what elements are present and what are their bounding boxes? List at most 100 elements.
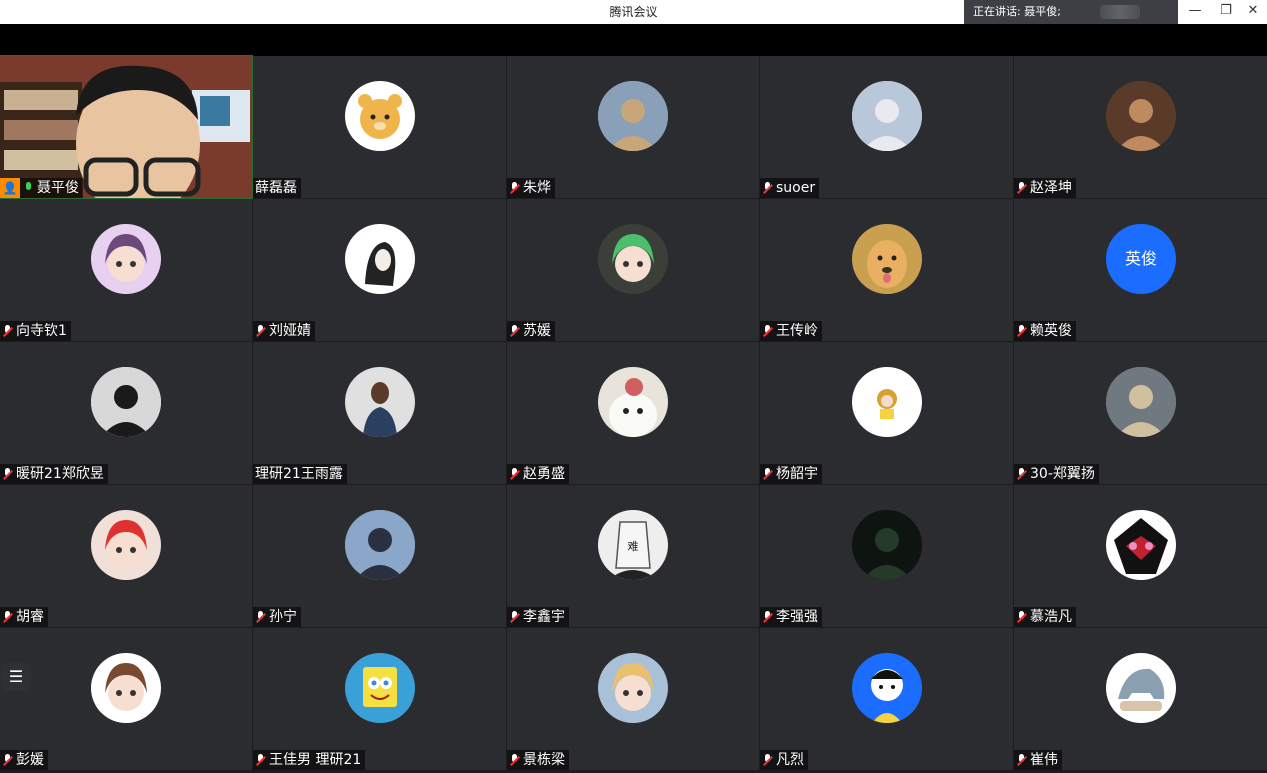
participant-tile[interactable]: 王佳男 理研21 bbox=[253, 628, 506, 770]
participant-avatar bbox=[852, 367, 922, 437]
speaking-indicator: 正在讲话: 聂平俊; bbox=[964, 0, 1178, 24]
participant-tile[interactable]: 孙宁 bbox=[253, 485, 506, 627]
mic-on-icon bbox=[24, 182, 34, 194]
participant-tile[interactable]: 胡睿 bbox=[0, 485, 252, 627]
mic-muted-icon bbox=[510, 325, 520, 337]
mic-muted-icon bbox=[510, 754, 520, 766]
participant-avatar bbox=[852, 81, 922, 151]
mic-muted-icon bbox=[763, 754, 773, 766]
mic-muted-icon bbox=[256, 754, 266, 766]
participant-tile[interactable]: suoer bbox=[760, 56, 1013, 198]
participant-name: 王传岭 bbox=[776, 323, 818, 339]
participant-tile[interactable]: 王传岭 bbox=[760, 199, 1013, 341]
participant-tile[interactable]: 暖研21郑欣昱 bbox=[0, 342, 252, 484]
mic-muted-icon bbox=[1017, 325, 1027, 337]
participant-name: 胡睿 bbox=[16, 609, 44, 625]
participant-name: 慕浩凡 bbox=[1030, 609, 1072, 625]
participant-tile[interactable]: 理研21王雨露 bbox=[253, 342, 506, 484]
participant-tile[interactable]: 李强强 bbox=[760, 485, 1013, 627]
participant-avatar bbox=[852, 224, 922, 294]
title-bar: 腾讯会议 正在讲话: 聂平俊; — ❐ ✕ bbox=[0, 0, 1267, 24]
mic-muted-icon bbox=[3, 468, 13, 480]
participant-name: 朱烨 bbox=[523, 180, 551, 196]
participant-namebar: 朱烨 bbox=[507, 178, 555, 198]
participant-name: 理研21王雨露 bbox=[255, 466, 343, 482]
mic-muted-icon bbox=[3, 325, 13, 337]
participant-namebar: 理研21王雨露 bbox=[253, 464, 347, 484]
participant-avatar bbox=[345, 510, 415, 580]
participant-tile[interactable]: 赵勇盛 bbox=[507, 342, 759, 484]
participant-name: 刘娅婧 bbox=[269, 323, 311, 339]
participant-tile[interactable]: 慕浩凡 bbox=[1014, 485, 1267, 627]
participant-avatar bbox=[91, 510, 161, 580]
restore-button[interactable]: ❐ bbox=[1211, 0, 1241, 24]
svg-text:难: 难 bbox=[628, 540, 639, 553]
participant-avatar bbox=[1106, 367, 1176, 437]
participant-namebar: 李鑫宇 bbox=[507, 607, 569, 627]
mic-muted-icon bbox=[256, 325, 266, 337]
participant-tile[interactable]: 👤 聂平俊 bbox=[0, 55, 253, 199]
participant-avatar bbox=[345, 81, 415, 151]
participant-namebar: 崔伟 bbox=[1014, 750, 1062, 770]
member-list-icon[interactable]: ☰ bbox=[1, 663, 31, 691]
participant-avatar bbox=[345, 653, 415, 723]
participant-tile[interactable]: 薛磊磊 bbox=[253, 56, 506, 198]
participant-tile[interactable]: 30-郑翼扬 bbox=[1014, 342, 1267, 484]
participant-name: 苏媛 bbox=[523, 323, 551, 339]
participant-name: 赵勇盛 bbox=[523, 466, 565, 482]
participant-tile[interactable]: 苏媛 bbox=[507, 199, 759, 341]
participant-tile[interactable]: 彭媛 bbox=[0, 628, 252, 770]
participant-tile[interactable]: 难李鑫宇 bbox=[507, 485, 759, 627]
participant-avatar bbox=[852, 510, 922, 580]
participant-namebar: 👤 聂平俊 bbox=[0, 178, 83, 198]
participant-namebar: 苏媛 bbox=[507, 321, 555, 341]
close-button[interactable]: ✕ bbox=[1238, 0, 1267, 24]
participant-name: 彭媛 bbox=[16, 752, 44, 768]
participant-namebar: 刘娅婧 bbox=[253, 321, 315, 341]
participant-avatar bbox=[598, 367, 668, 437]
mic-muted-icon bbox=[1017, 182, 1027, 194]
participant-name: suoer bbox=[776, 180, 816, 196]
participant-name: 崔伟 bbox=[1030, 752, 1058, 768]
participant-tile[interactable]: 景栋梁 bbox=[507, 628, 759, 770]
mic-muted-icon bbox=[510, 468, 520, 480]
participant-tile[interactable]: 英俊 赖英俊 bbox=[1014, 199, 1267, 341]
participant-tile[interactable]: 向寺钦1 bbox=[0, 199, 252, 341]
mic-muted-icon bbox=[3, 611, 13, 623]
participant-name: 向寺钦1 bbox=[16, 323, 67, 339]
participant-avatar bbox=[91, 367, 161, 437]
participant-namebar: 向寺钦1 bbox=[0, 321, 71, 341]
participant-tile[interactable]: 赵泽坤 bbox=[1014, 56, 1267, 198]
participant-avatar bbox=[852, 653, 922, 723]
participant-avatar bbox=[598, 81, 668, 151]
participant-name: 凡烈 bbox=[776, 752, 804, 768]
participant-avatar bbox=[1106, 81, 1176, 151]
participant-tile[interactable]: 凡烈 bbox=[760, 628, 1013, 770]
minimize-button[interactable]: — bbox=[1180, 0, 1210, 24]
participant-namebar: 李强强 bbox=[760, 607, 822, 627]
participant-tile[interactable]: 崔伟 bbox=[1014, 628, 1267, 770]
participant-tile[interactable]: 刘娅婧 bbox=[253, 199, 506, 341]
participant-avatar: 英俊 bbox=[1106, 224, 1176, 294]
participant-name: 景栋梁 bbox=[523, 752, 565, 768]
participant-name: 30-郑翼扬 bbox=[1030, 466, 1095, 482]
participant-namebar: 凡烈 bbox=[760, 750, 808, 770]
participant-namebar: 慕浩凡 bbox=[1014, 607, 1076, 627]
participant-name: 薛磊磊 bbox=[255, 180, 297, 196]
participant-avatar bbox=[1106, 510, 1176, 580]
participant-namebar: 景栋梁 bbox=[507, 750, 569, 770]
participant-namebar: suoer bbox=[760, 178, 820, 198]
mic-muted-icon bbox=[1017, 468, 1027, 480]
camera-feed bbox=[0, 56, 252, 198]
participant-avatar bbox=[598, 653, 668, 723]
participant-tile[interactable]: 朱烨 bbox=[507, 56, 759, 198]
participant-tile[interactable]: 杨韶宇 bbox=[760, 342, 1013, 484]
mic-muted-icon bbox=[1017, 754, 1027, 766]
mic-muted-icon bbox=[3, 754, 13, 766]
participant-avatar bbox=[345, 224, 415, 294]
participant-namebar: 彭媛 bbox=[0, 750, 48, 770]
participant-grid: 👤 聂平俊 薛磊磊 朱烨 suoer 赵泽坤向寺钦1 刘娅婧 苏媛 王传岭 英俊 赖英俊暖研21郑欣… bbox=[0, 55, 1267, 773]
host-badge-icon: 👤 bbox=[0, 178, 20, 198]
participant-avatar bbox=[1106, 653, 1176, 723]
mic-muted-icon bbox=[763, 182, 773, 194]
